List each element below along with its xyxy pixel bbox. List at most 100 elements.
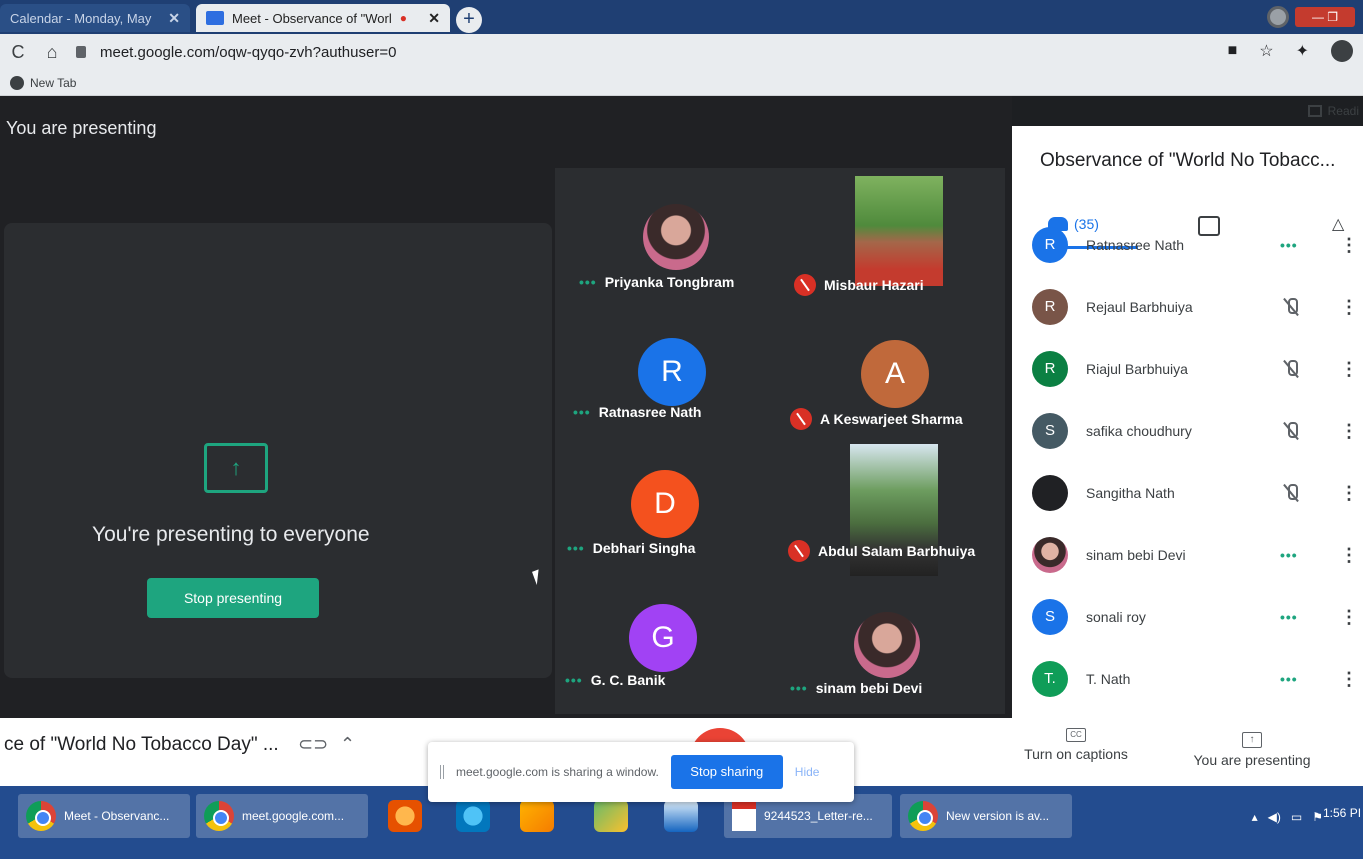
media-player-icon[interactable] (520, 800, 554, 832)
taskbar-item-label: New version is av... (946, 809, 1050, 823)
captions-button[interactable]: CC Turn on captions (1014, 718, 1138, 786)
speaking-indicator-icon: ••• (790, 680, 808, 696)
participant-row[interactable]: R Rejaul Barbhuiya ⋮ (1012, 276, 1363, 338)
participant-tile[interactable]: G ••• G. C. Banik (555, 576, 770, 701)
chevron-up-icon[interactable]: ⌃ (340, 734, 355, 755)
presenting-label: You are presenting (6, 118, 157, 138)
close-tab-icon[interactable]: ✕ (168, 10, 180, 27)
flag-icon[interactable]: ⚑ (1312, 810, 1323, 824)
window-controls: — ❐ (1253, 0, 1363, 34)
taskbar-item-label: 9244523_Letter-re... (764, 809, 873, 823)
participant-name-row: ••• sinam bebi Devi (790, 680, 922, 696)
window-buttons[interactable]: — ❐ (1295, 7, 1355, 27)
mic-off-icon (1282, 298, 1300, 316)
participant-row[interactable]: sinam bebi Devi ••• ⋮ (1012, 524, 1363, 586)
reload-icon[interactable]: C (8, 42, 28, 63)
bookmark-star-icon[interactable]: ☆ (1259, 41, 1273, 61)
paint-icon[interactable] (594, 800, 628, 832)
skype-icon[interactable] (456, 800, 490, 832)
browser-tab-strip: Calendar - Monday, May ✕ Meet - Observan… (0, 0, 1363, 34)
more-options-icon[interactable]: ⋮ (1340, 421, 1358, 442)
participant-tile[interactable]: ••• sinam bebi Devi (780, 576, 995, 701)
participant-row[interactable]: T. T. Nath ••• ⋮ (1012, 648, 1363, 710)
hide-button[interactable]: Hide (795, 765, 820, 779)
participant-tile[interactable]: A A Keswarjeet Sharma (780, 304, 995, 430)
taskbar-update[interactable]: New version is av... (900, 794, 1072, 838)
participant-tile[interactable]: R ••• Ratnasree Nath (555, 304, 770, 429)
word-icon[interactable] (664, 800, 698, 832)
participant-name: Abdul Salam Barbhuiya (818, 543, 976, 559)
participant-avatar: R (1032, 351, 1068, 387)
captions-icon: CC (1066, 728, 1086, 742)
participant-video (855, 176, 943, 286)
present-now-button[interactable]: ↑ You are presenting (1180, 718, 1324, 786)
participant-row[interactable]: R Riajul Barbhuiya ⋮ (1012, 338, 1363, 400)
participant-name-row: ••• G. C. Banik (565, 672, 665, 688)
speaking-indicator-icon: ••• (573, 404, 591, 420)
participant-row[interactable]: R Ratnasree Nath ••• ⋮ (1012, 214, 1363, 276)
participant-tile[interactable]: D ••• Debhari Singha (555, 440, 770, 565)
taskbar-chrome-meet[interactable]: Meet - Observanc... (18, 794, 190, 838)
participant-tile[interactable]: Abdul Salam Barbhuiya (780, 440, 995, 576)
link-icon[interactable]: ⊂⊃ (298, 734, 328, 755)
participant-name: Ratnasree Nath (1086, 237, 1185, 253)
mic-off-icon (794, 274, 816, 296)
more-options-icon[interactable]: ⋮ (1340, 545, 1358, 566)
lock-icon[interactable] (76, 46, 86, 58)
camera-icon[interactable]: ■ (1228, 42, 1238, 60)
participant-tile[interactable]: Misbaur Hazari (780, 168, 995, 296)
participant-row[interactable]: Sangitha Nath ⋮ (1012, 462, 1363, 524)
tab-meet[interactable]: Meet - Observance of "Worl ● ✕ (196, 4, 450, 32)
participant-name: T. Nath (1086, 671, 1131, 687)
taskbar-clock[interactable]: 1:56 PI (1323, 806, 1363, 820)
close-tab-icon[interactable]: ✕ (428, 10, 440, 27)
presenting-message: You're presenting to everyone (92, 523, 370, 546)
more-options-icon[interactable]: ⋮ (1340, 607, 1358, 628)
more-options-icon[interactable]: ⋮ (1340, 297, 1358, 318)
speaking-indicator-icon: ••• (565, 672, 583, 688)
participant-avatar: S (1032, 413, 1068, 449)
volume-icon[interactable]: ◀) (1268, 810, 1281, 824)
more-options-icon[interactable]: ⋮ (1340, 235, 1358, 256)
firefox-icon[interactable] (388, 800, 422, 832)
extensions-icon[interactable]: ✦ (1296, 41, 1309, 61)
more-options-icon[interactable]: ⋮ (1340, 359, 1358, 380)
sharing-notice: meet.google.com is sharing a window. Sto… (428, 742, 854, 802)
tab-calendar[interactable]: Calendar - Monday, May ✕ (0, 4, 190, 32)
participant-name: A Keswarjeet Sharma (820, 411, 963, 427)
participant-row[interactable]: Ssonali roy ••• ⋮ (1012, 586, 1363, 648)
drag-handle-icon[interactable] (440, 765, 444, 779)
participant-name-row: ••• Ratnasree Nath (573, 404, 701, 420)
participant-row[interactable]: Ssafika choudhury ⋮ (1012, 400, 1363, 462)
stop-sharing-button[interactable]: Stop sharing (670, 755, 783, 789)
stop-presenting-button[interactable]: Stop presenting (147, 578, 319, 618)
participant-name: Debhari Singha (592, 540, 696, 556)
url-field[interactable]: meet.google.com/oqw-qyqo-zvh?authuser=0 (100, 44, 396, 61)
speaking-indicator-icon: ••• (567, 540, 585, 556)
account-avatar[interactable] (1331, 40, 1353, 62)
participant-name: Riajul Barbhuiya (1086, 361, 1188, 377)
more-options-icon[interactable]: ⋮ (1340, 483, 1358, 504)
mouse-cursor-icon (532, 567, 550, 585)
speaking-indicator-icon: ••• (1280, 671, 1298, 687)
tray-chevron-icon[interactable]: ▴ (1252, 810, 1258, 824)
mic-off-icon (790, 408, 812, 430)
profile-icon[interactable] (1267, 6, 1289, 28)
participant-name: G. C. Banik (590, 672, 666, 688)
reading-list-button[interactable]: Readi (1307, 96, 1359, 126)
new-tab-button[interactable]: + (456, 7, 482, 33)
home-icon[interactable]: ⌂ (42, 42, 62, 63)
present-icon: ↑ (1242, 732, 1262, 748)
meeting-title: ce of "World No Tobacco Day" ... (4, 734, 279, 755)
more-options-icon[interactable]: ⋮ (1340, 669, 1358, 690)
side-panel: Observance of "World No Tobacc... (35) △… (1012, 126, 1363, 718)
reading-list-label: Readi (1327, 104, 1359, 118)
network-icon[interactable]: ▭ (1291, 810, 1302, 824)
taskbar-chrome-meet-2[interactable]: meet.google.com... (196, 794, 368, 838)
participant-name: sinam bebi Devi (1086, 547, 1186, 563)
meet-stage: You are presenting ↑ You're presenting t… (0, 96, 1012, 718)
bookmark-new-tab[interactable]: New Tab (30, 76, 76, 90)
taskbar-item-label: meet.google.com... (242, 809, 345, 823)
participant-tile[interactable]: ••• Priyanka Tongbram (555, 168, 770, 293)
speaking-indicator-icon: ••• (579, 274, 597, 290)
